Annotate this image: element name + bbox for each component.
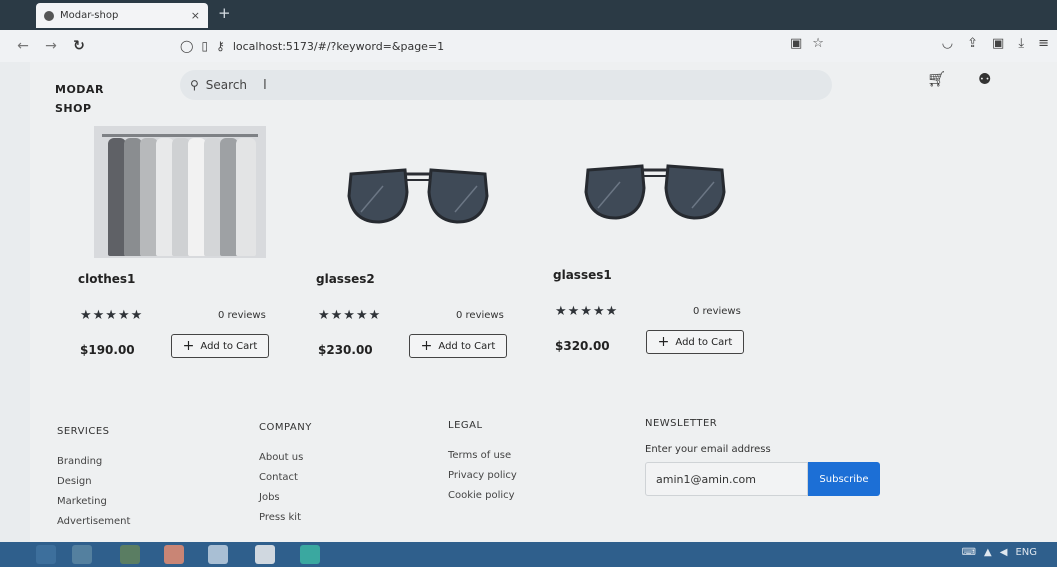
product-name[interactable]: glasses1 <box>553 268 612 282</box>
add-to-cart-label: Add to Cart <box>675 336 733 348</box>
newsletter-email-input[interactable] <box>645 462 808 496</box>
network-icon[interactable]: ▲ <box>984 547 992 558</box>
rating-stars: ★★★★★ <box>555 304 619 319</box>
product-image[interactable] <box>318 126 518 258</box>
logo-line2: SHOP <box>55 102 92 115</box>
rating-stars: ★★★★★ <box>80 308 144 323</box>
browser-tab[interactable]: Modar-shop × <box>36 3 208 28</box>
plus-icon: + <box>657 334 670 350</box>
add-to-cart-button[interactable]: + Add to Cart <box>409 334 507 358</box>
newsletter-label: Enter your email address <box>645 444 771 455</box>
taskbar-app-icon[interactable] <box>300 545 320 564</box>
plus-icon: + <box>182 338 195 354</box>
footer-link[interactable]: Branding <box>57 452 130 472</box>
translate-icon[interactable]: ▣ <box>790 36 802 51</box>
footer-services: SERVICES Branding Design Marketing Adver… <box>57 426 130 532</box>
taskbar-app-icon[interactable] <box>255 545 275 564</box>
browser-nav-bar: ← → ↻ ◯ ▯ ⚷ localhost:5173/#/?keyword=&p… <box>0 30 1057 62</box>
page-icon: ▯ <box>201 39 209 53</box>
plus-icon: + <box>420 338 433 354</box>
product-card[interactable]: clothes1 ★★★★★ 0 reviews $190.00 + Add t… <box>70 122 285 372</box>
product-image[interactable] <box>555 122 755 254</box>
footer-company: COMPANY About us Contact Jobs Press kit <box>259 422 312 528</box>
back-arrow-icon[interactable]: ← <box>12 35 34 57</box>
review-count: 0 reviews <box>456 310 504 321</box>
footer-link[interactable]: Terms of use <box>448 446 517 466</box>
favicon-icon <box>44 10 54 21</box>
os-taskbar: ⌨ ▲ ◀ ENG <box>0 542 1057 567</box>
language-indicator[interactable]: ENG <box>1015 547 1037 558</box>
sunglasses-image <box>347 168 489 224</box>
taskbar-app-icon[interactable] <box>120 545 140 564</box>
product-price: $320.00 <box>555 339 610 353</box>
footer-heading: SERVICES <box>57 426 110 437</box>
taskbar-app-icon[interactable] <box>72 545 92 564</box>
product-price: $190.00 <box>80 343 135 357</box>
search-bar[interactable]: ⚲ Search I <box>180 70 832 100</box>
footer-link[interactable]: About us <box>259 448 312 468</box>
review-count: 0 reviews <box>218 310 266 321</box>
bookmark-star-icon[interactable]: ☆ <box>812 36 824 51</box>
keyboard-icon[interactable]: ⌨ <box>962 547 976 558</box>
product-card[interactable]: glasses2 ★★★★★ 0 reviews $230.00 + Add t… <box>308 122 523 372</box>
address-bar[interactable]: ◯ ▯ ⚷ localhost:5173/#/?keyword=&page=1 <box>180 34 800 58</box>
footer-link[interactable]: Jobs <box>259 488 312 508</box>
product-card[interactable]: glasses1 ★★★★★ 0 reviews $320.00 + Add t… <box>545 118 760 368</box>
start-button[interactable] <box>36 545 56 564</box>
page-content: MODAR SHOP ⚲ Search I 🛒︎ ⚉ clothes1 ★★★★… <box>30 62 1057 542</box>
add-to-cart-label: Add to Cart <box>200 340 258 352</box>
add-to-cart-button[interactable]: + Add to Cart <box>171 334 269 358</box>
footer-link[interactable]: Privacy policy <box>448 466 517 486</box>
rating-stars: ★★★★★ <box>318 308 382 323</box>
site-logo[interactable]: MODAR SHOP <box>55 80 125 118</box>
taskbar-app-icon[interactable] <box>164 545 184 564</box>
footer-link[interactable]: Press kit <box>259 508 312 528</box>
taskbar-app-icon[interactable] <box>208 545 228 564</box>
site-footer: SERVICES Branding Design Marketing Adver… <box>30 398 1057 548</box>
cart-icon[interactable]: 🛒︎ <box>927 70 946 88</box>
footer-heading: LEGAL <box>448 420 483 431</box>
footer-link[interactable]: Cookie policy <box>448 486 517 506</box>
product-name[interactable]: clothes1 <box>78 272 135 286</box>
add-to-cart-button[interactable]: + Add to Cart <box>646 330 744 354</box>
subscribe-button[interactable]: Subscribe <box>808 462 880 496</box>
search-icon: ⚲ <box>190 78 199 92</box>
footer-legal: LEGAL Terms of use Privacy policy Cookie… <box>448 420 517 506</box>
product-name[interactable]: glasses2 <box>316 272 375 286</box>
key-icon: ⚷ <box>216 39 225 53</box>
footer-link[interactable]: Design <box>57 472 130 492</box>
url-text[interactable]: localhost:5173/#/?keyword=&page=1 <box>233 40 444 53</box>
volume-icon[interactable]: ◀ <box>1000 547 1008 558</box>
user-icon[interactable]: ⚉ <box>978 70 991 88</box>
footer-link[interactable]: Marketing <box>57 492 130 512</box>
browser-tab-bar: Modar-shop × + <box>0 0 1057 30</box>
tab-title: Modar-shop <box>60 10 119 21</box>
review-count: 0 reviews <box>693 306 741 317</box>
footer-newsletter: NEWSLETTER Enter your email address Subs… <box>645 418 880 496</box>
footer-link[interactable]: Contact <box>259 468 312 488</box>
add-to-cart-label: Add to Cart <box>438 340 496 352</box>
menu-icon[interactable]: ≡ <box>1038 36 1049 51</box>
logo-line1: MODAR <box>55 83 104 96</box>
extensions-icon[interactable]: ⇪ <box>967 36 978 51</box>
text-cursor-icon: I <box>263 77 267 93</box>
footer-link[interactable]: Advertisement <box>57 512 130 532</box>
product-price: $230.00 <box>318 343 373 357</box>
footer-heading: NEWSLETTER <box>645 418 718 429</box>
download-icon[interactable]: ⤓ <box>1018 36 1024 51</box>
system-tray: ⌨ ▲ ◀ ENG <box>962 547 1037 558</box>
product-image[interactable] <box>80 126 280 258</box>
shield-icon: ◯ <box>180 39 194 53</box>
translate-ext-icon[interactable]: ▣ <box>992 36 1004 51</box>
pocket-icon[interactable]: ◡ <box>942 36 953 51</box>
search-input[interactable]: Search <box>206 78 247 92</box>
forward-arrow-icon[interactable]: → <box>40 35 62 57</box>
reload-icon[interactable]: ↻ <box>68 35 90 57</box>
sunglasses-image <box>584 164 726 220</box>
footer-heading: COMPANY <box>259 422 312 433</box>
tab-close-button[interactable]: × <box>191 9 200 22</box>
clothes-rack-image <box>94 126 266 258</box>
new-tab-button[interactable]: + <box>218 4 231 22</box>
